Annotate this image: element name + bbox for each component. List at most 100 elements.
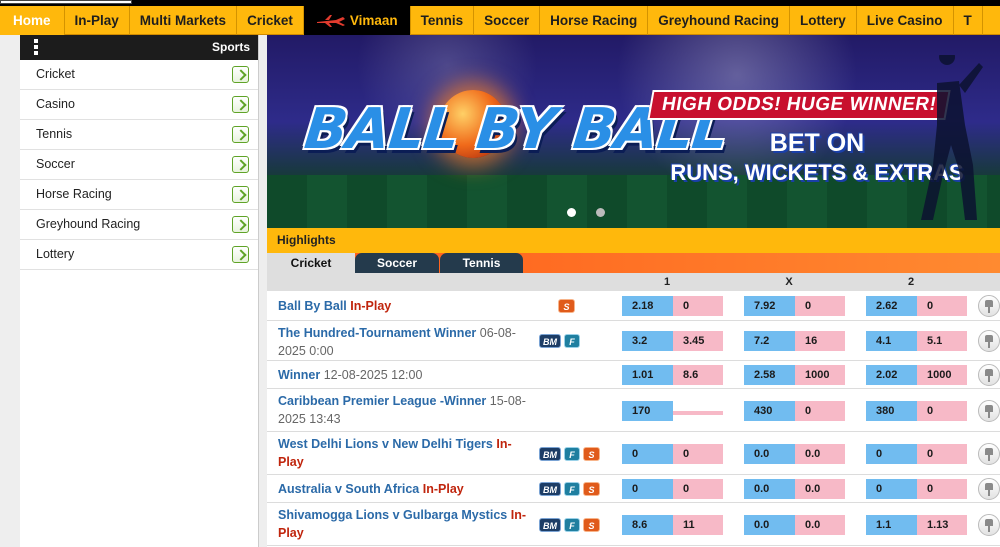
column-draw: X (785, 276, 793, 288)
menu-dots-icon[interactable] (34, 39, 38, 57)
pin-icon[interactable] (978, 400, 1000, 422)
nav-greyhound-racing[interactable]: Greyhound Racing (648, 6, 790, 35)
back-odds-2[interactable]: 2.62 (866, 296, 917, 316)
back-odds-x[interactable]: 0.0 (744, 444, 795, 464)
nav-vimaan-label: Vimaan (349, 13, 398, 28)
sidebar-item-soccer[interactable]: Soccer (20, 150, 258, 180)
fancy-badge: F (564, 518, 580, 532)
tab-soccer[interactable]: Soccer (355, 253, 439, 273)
back-odds-x[interactable]: 0.0 (744, 515, 795, 535)
lay-odds-x[interactable]: 0 (795, 401, 845, 421)
back-odds-2[interactable]: 0 (866, 479, 917, 499)
highlights-title: Highlights (267, 228, 1000, 253)
back-odds-1[interactable]: 8.6 (622, 515, 673, 535)
nav-vimaan[interactable]: Vimaan (303, 6, 411, 35)
carousel-dot-2[interactable] (596, 208, 605, 217)
nav-live-casino[interactable]: Live Casino (857, 6, 954, 35)
back-odds-x[interactable]: 7.2 (744, 331, 795, 351)
lay-odds-1[interactable]: 3.45 (673, 331, 723, 351)
back-odds-2[interactable]: 4.1 (866, 331, 917, 351)
market-badges: BM F S (539, 482, 600, 496)
event-name-link[interactable]: West Delhi Lions v New Delhi Tigers (278, 437, 493, 451)
back-odds-1[interactable]: 170 (622, 401, 673, 421)
bookmaker-badge: BM (539, 482, 561, 496)
column-away: 2 (907, 276, 915, 288)
lay-odds-1[interactable]: 8.6 (673, 365, 723, 385)
lay-odds-2[interactable]: 0 (917, 479, 967, 499)
lay-odds-2[interactable]: 5.1 (917, 331, 967, 351)
back-odds-1[interactable]: 2.18 (622, 296, 673, 316)
lay-odds-x[interactable]: 0 (795, 296, 845, 316)
back-odds-2[interactable]: 380 (866, 401, 917, 421)
lay-odds-1[interactable]: 0 (673, 296, 723, 316)
lay-odds-2[interactable]: 0 (917, 444, 967, 464)
nav-multi-markets[interactable]: Multi Markets (130, 6, 238, 35)
tab-tennis[interactable]: Tennis (440, 253, 523, 273)
back-odds-2[interactable]: 2.02 (866, 365, 917, 385)
sidebar-item-horse-racing[interactable]: Horse Racing (20, 180, 258, 210)
nav-inplay[interactable]: In-Play (65, 6, 130, 35)
back-odds-x[interactable]: 430 (744, 401, 795, 421)
chevron-right-icon (232, 66, 249, 83)
event-name-link[interactable]: Winner (278, 368, 320, 382)
session-badge: S (583, 447, 600, 461)
top-strip-box (0, 0, 132, 4)
lay-odds-1[interactable]: 0 (673, 444, 723, 464)
back-odds-1[interactable]: 0 (622, 479, 673, 499)
odds-column-header: 1 X 2 (267, 273, 1000, 291)
carousel-dot-1[interactable] (567, 208, 576, 217)
event-name-link[interactable]: Australia v South Africa (278, 482, 419, 496)
sidebar-item-casino[interactable]: Casino (20, 90, 258, 120)
lay-odds-2[interactable]: 1000 (917, 365, 967, 385)
event-title: Ball By Ball In-Play (278, 297, 598, 315)
lay-odds-x[interactable]: 16 (795, 331, 845, 351)
back-odds-x[interactable]: 0.0 (744, 479, 795, 499)
chevron-right-icon (232, 156, 249, 173)
sidebar-item-cricket[interactable]: Cricket (20, 60, 258, 90)
event-name-link[interactable]: The Hundred-Tournament Winner (278, 326, 476, 340)
nav-horse-racing[interactable]: Horse Racing (540, 6, 649, 35)
pin-icon[interactable] (978, 330, 1000, 352)
back-odds-x[interactable]: 2.58 (744, 365, 795, 385)
lay-odds-1[interactable] (673, 411, 723, 415)
pin-icon[interactable] (978, 443, 1000, 465)
back-odds-1[interactable]: 0 (622, 444, 673, 464)
sidebar-item-greyhound-racing[interactable]: Greyhound Racing (20, 210, 258, 240)
lay-odds-1[interactable]: 11 (673, 515, 723, 535)
nav-lottery[interactable]: Lottery (790, 6, 857, 35)
back-odds-1[interactable]: 3.2 (622, 331, 673, 351)
lay-odds-1[interactable]: 0 (673, 479, 723, 499)
back-odds-1[interactable]: 1.01 (622, 365, 673, 385)
lay-odds-x[interactable]: 0.0 (795, 479, 845, 499)
back-odds-2[interactable]: 0 (866, 444, 917, 464)
chevron-right-icon (232, 246, 249, 263)
nav-more[interactable]: T (954, 6, 983, 35)
back-odds-2[interactable]: 1.1 (866, 515, 917, 535)
lay-odds-x[interactable]: 1000 (795, 365, 845, 385)
table-row: Ball By Ball In-Play S 2.18 0 7.92 0 2.62 0 (267, 291, 1000, 321)
event-name-link[interactable]: Ball By Ball (278, 299, 347, 313)
lay-odds-2[interactable]: 0 (917, 401, 967, 421)
nav-home[interactable]: Home (0, 6, 65, 35)
lay-odds-2[interactable]: 1.13 (917, 515, 967, 535)
pin-icon[interactable] (978, 295, 1000, 317)
event-name-link[interactable]: Caribbean Premier League -Winner (278, 394, 486, 408)
lay-odds-x[interactable]: 0.0 (795, 515, 845, 535)
event-title: Winner 12-08-2025 12:00 (278, 366, 598, 384)
promo-banner[interactable]: BALL BY BALL HIGH ODDS! HUGE WINNER! BET… (267, 35, 1000, 228)
pin-icon[interactable] (978, 514, 1000, 536)
fancy-badge: F (564, 334, 580, 348)
highlights-panel: Highlights Cricket Soccer Tennis 1 X 2 B… (267, 228, 1000, 547)
main-nav: Home In-Play Multi Markets Cricket Vimaa… (0, 6, 1000, 35)
event-name-link[interactable]: Shivamogga Lions v Gulbarga Mystics (278, 508, 507, 522)
pin-icon[interactable] (978, 364, 1000, 386)
nav-soccer[interactable]: Soccer (474, 6, 541, 35)
sidebar-item-lottery[interactable]: Lottery (20, 240, 258, 270)
back-odds-x[interactable]: 7.92 (744, 296, 795, 316)
lay-odds-x[interactable]: 0.0 (795, 444, 845, 464)
nav-tennis[interactable]: Tennis (411, 6, 475, 35)
pin-icon[interactable] (978, 478, 1000, 500)
lay-odds-2[interactable]: 0 (917, 296, 967, 316)
nav-cricket[interactable]: Cricket (237, 6, 304, 35)
sidebar-item-tennis[interactable]: Tennis (20, 120, 258, 150)
